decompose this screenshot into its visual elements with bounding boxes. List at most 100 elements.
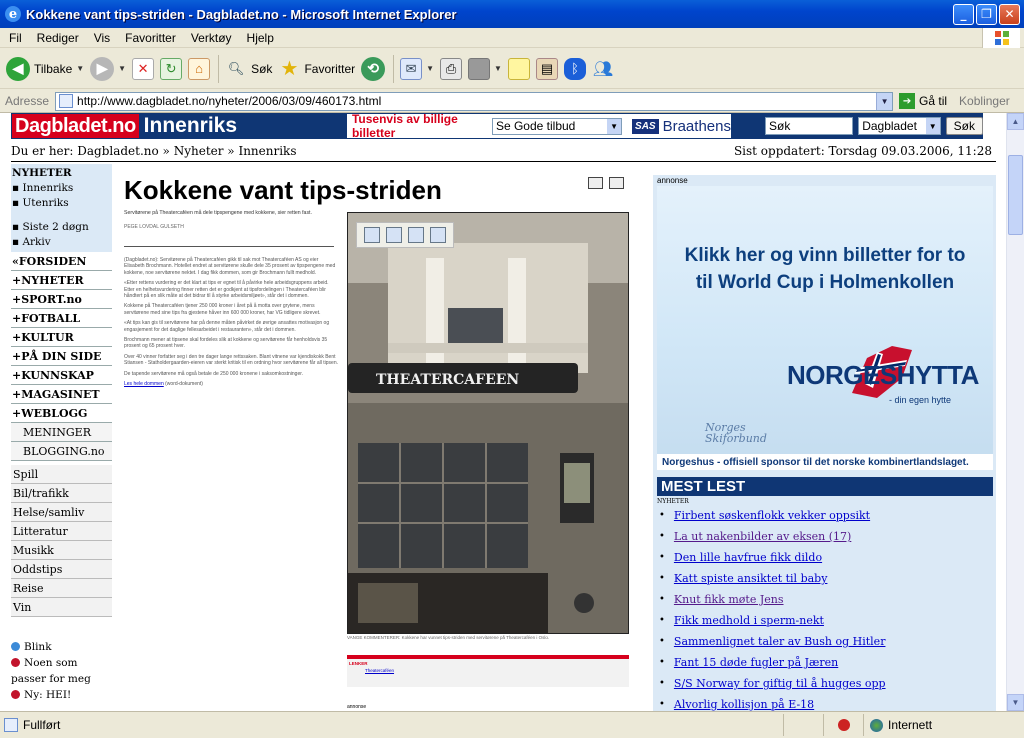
annonse-label: annonse <box>657 176 688 185</box>
chevron-down-icon[interactable]: ▼ <box>426 64 434 73</box>
go-button[interactable]: ➔ Gå til <box>899 93 947 109</box>
print-icon[interactable] <box>386 227 402 243</box>
nav-musikk[interactable]: Musikk <box>11 541 112 560</box>
nav-section-kunnskap[interactable]: +KUNNSKAP <box>11 366 112 385</box>
list-item[interactable]: Fikk medhold i sperm-nekt <box>659 610 995 631</box>
nav-section-nyheter[interactable]: +NYHETER <box>11 271 112 290</box>
sas-braathens-logo[interactable]: SAS Braathens <box>632 118 731 135</box>
research-button[interactable]: ▤ <box>535 57 558 80</box>
nav-vin[interactable]: Vin <box>11 598 112 617</box>
mail-button[interactable]: ✉ ▼ <box>400 57 434 80</box>
menu-view[interactable]: Vis <box>94 31 110 45</box>
nav-sub-meninger[interactable]: MENINGER <box>11 423 112 442</box>
menu-tools[interactable]: Verktøy <box>191 31 232 45</box>
history-button[interactable]: ⟲ <box>361 56 386 81</box>
list-item[interactable]: S/S Norway for giftig til å hugges opp <box>659 673 995 694</box>
nav-news-heading[interactable]: NYHETER <box>12 166 112 181</box>
maximize-button[interactable]: ❐ <box>976 3 997 25</box>
forward-button[interactable]: ▶ ▼ <box>90 56 126 81</box>
popup-blocked-icon[interactable] <box>823 714 863 736</box>
print-button[interactable]: ⎙ <box>440 57 463 80</box>
site-search-input[interactable]: Søk <box>764 117 854 135</box>
ad-banner[interactable]: Tusenvis av billige billetter Se Gode ti… <box>346 113 731 140</box>
back-button[interactable]: ◀ Tilbake ▼ <box>6 56 84 81</box>
edit-button[interactable]: ▼ <box>468 57 502 80</box>
nav-sub-blogging[interactable]: BLOGGING.no <box>11 442 112 461</box>
nav-section-sport[interactable]: +SPORT.no <box>11 290 112 309</box>
nav-section-forsiden[interactable]: «FORSIDEN <box>11 252 112 271</box>
nav-section-weblogg[interactable]: +WEBLOGG <box>11 404 112 423</box>
menu-help[interactable]: Hjelp <box>247 31 274 45</box>
nav-reise[interactable]: Reise <box>11 579 112 598</box>
document-link[interactable]: Les hele dommen <box>124 381 164 387</box>
ad-select[interactable]: Se Gode tilbud ▼ <box>491 117 623 135</box>
last-updated: Sist oppdatert: Torsdag 09.03.2006, 11:2… <box>733 144 992 158</box>
refresh-button[interactable]: ↻ <box>160 57 183 80</box>
chevron-down-icon[interactable]: ▼ <box>76 64 84 73</box>
breadcrumb-text[interactable]: Du er her: Dagbladet.no » Nyheter » Inne… <box>11 144 297 158</box>
menu-edit[interactable]: Rediger <box>37 31 79 45</box>
site-search-scope[interactable]: Dagbladet ▼ <box>858 117 941 135</box>
save-icon[interactable] <box>364 227 380 243</box>
go-arrow-icon: ➔ <box>899 93 916 109</box>
print-article-icon[interactable] <box>588 177 603 189</box>
list-item[interactable]: Fant 15 døde fugler på Jæren <box>659 652 995 673</box>
nav-blink[interactable]: Blink <box>11 639 112 655</box>
chevron-down-icon[interactable]: ▼ <box>876 92 893 110</box>
notes-button[interactable] <box>507 57 530 80</box>
nav-helse-samliv[interactable]: Helse/samliv <box>11 503 112 522</box>
bluetooth-button[interactable]: ᛒ <box>563 57 586 80</box>
vertical-scrollbar[interactable]: ▲ ▼ <box>1006 113 1024 711</box>
list-item[interactable]: La ut nakenbilder av eksen (17) <box>659 526 995 547</box>
menu-favorites[interactable]: Favoritter <box>125 31 176 45</box>
nav-spill[interactable]: Spill <box>11 465 112 484</box>
nav-section-kultur[interactable]: +KULTUR <box>11 328 112 347</box>
chevron-down-icon[interactable]: ▼ <box>118 64 126 73</box>
address-url[interactable]: http://www.dagbladet.no/nyheter/2006/03/… <box>77 94 876 108</box>
nav-item-utenriks[interactable]: ▪ Utenriks <box>12 196 112 211</box>
favorites-button[interactable]: ★ Favoritter <box>278 58 355 80</box>
security-zone: Internett <box>863 714 1003 736</box>
list-item[interactable]: Alvorlig kollisjon på E-18 <box>659 694 995 711</box>
dagbladet-logo[interactable]: Dagbladet.no <box>12 114 139 138</box>
list-item[interactable]: Sammenlignet taler av Bush og Hitler <box>659 631 995 652</box>
nav-item-siste-2-dogn[interactable]: ▪ Siste 2 døgn <box>12 220 112 235</box>
site-search-button[interactable]: Søk <box>945 117 983 135</box>
list-item[interactable]: Firbent søskenflokk vekker oppsikt <box>659 505 995 526</box>
email-article-icon[interactable] <box>609 177 624 189</box>
scroll-down-icon[interactable]: ▼ <box>1007 694 1024 711</box>
nav-item-innenriks[interactable]: ▪ Innenriks <box>12 181 112 196</box>
chevron-down-icon[interactable]: ▼ <box>494 64 502 73</box>
nav-bil-trafikk[interactable]: Bil/trafikk <box>11 484 112 503</box>
menu-file[interactable]: Fil <box>9 31 22 45</box>
nav-litteratur[interactable]: Litteratur <box>11 522 112 541</box>
close-button[interactable]: ✕ <box>999 3 1020 25</box>
ad-banner-text[interactable]: Tusenvis av billige billetter <box>352 113 484 140</box>
address-input[interactable]: http://www.dagbladet.no/nyheter/2006/03/… <box>55 91 894 111</box>
norgeshytta-ad[interactable]: Klikk her og vinn billetter for to til W… <box>657 186 993 470</box>
nav-section-fotball[interactable]: +FOTBALL <box>11 309 112 328</box>
scroll-up-icon[interactable]: ▲ <box>1007 113 1024 130</box>
article-ingress: Servitørene på Theatercaféen må dele tip… <box>124 210 312 216</box>
search-button[interactable]: 🔍︎ Søk <box>225 58 273 80</box>
list-item[interactable]: Katt spiste ansiktet til baby <box>659 568 995 589</box>
stop-button[interactable]: ✕ <box>132 57 155 80</box>
nav-oddstips[interactable]: Oddstips <box>11 560 112 579</box>
list-item[interactable]: Den lille havfrue fikk dildo <box>659 547 995 568</box>
nav-ny-hei[interactable]: Ny: HEI! <box>11 687 112 703</box>
home-button[interactable]: ⌂ <box>188 57 211 80</box>
links-button[interactable]: Koblinger <box>959 94 1010 108</box>
messenger-button[interactable]: 👥︎ <box>592 58 614 80</box>
article-photo[interactable]: THEATERCAFEEN <box>347 212 629 634</box>
list-item[interactable]: Knut fikk møte Jens <box>659 589 995 610</box>
nav-noen-som-passer[interactable]: Noen som passer for meg <box>11 655 112 687</box>
minimize-button[interactable]: _ <box>953 3 974 25</box>
links-box-item[interactable]: Theatercaféen <box>347 668 629 673</box>
scroll-thumb[interactable] <box>1008 155 1023 235</box>
folder-icon[interactable] <box>430 227 446 243</box>
nav-section-pa-din-side[interactable]: +PÅ DIN SIDE <box>11 347 112 366</box>
email-icon[interactable] <box>408 227 424 243</box>
ad-headline: Klikk her og vinn billetter for to til W… <box>684 245 966 293</box>
nav-item-arkiv[interactable]: ▪ Arkiv <box>12 235 112 250</box>
nav-section-magasinet[interactable]: +MAGASINET <box>11 385 112 404</box>
